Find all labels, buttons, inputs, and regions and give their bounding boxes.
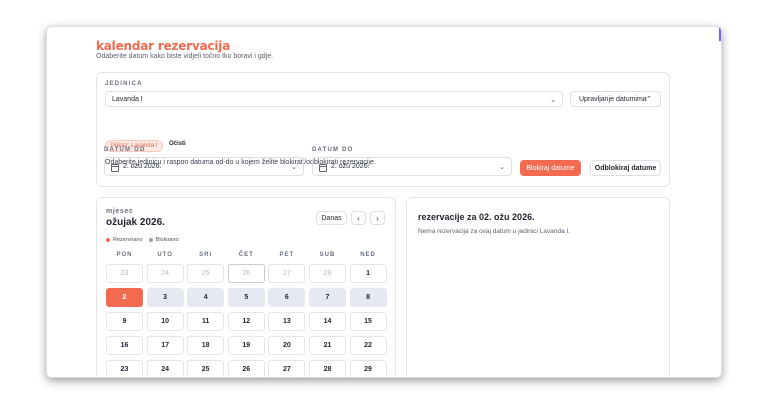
next-month-button[interactable]: › xyxy=(370,211,385,225)
calendar-day[interactable]: 15 xyxy=(349,312,387,331)
chevron-left-icon: ‹ xyxy=(357,213,360,223)
calendar-day[interactable]: 1 xyxy=(349,264,387,283)
page-title: kalendar rezervacija xyxy=(96,39,231,53)
calendar-day[interactable]: 9 xyxy=(106,312,143,331)
calendar-day[interactable]: 13 xyxy=(268,312,306,331)
calendar-day[interactable]: 29 xyxy=(349,360,387,377)
calendar-day[interactable]: 27 xyxy=(268,264,306,283)
reserved-dot xyxy=(106,238,110,242)
legend-reserved-label: Rezervirano xyxy=(113,237,143,243)
reservations-empty-text: Nema rezervacija za ovaj datum u jedinic… xyxy=(418,228,571,235)
blocked-dot xyxy=(148,238,153,242)
weekday-label: SRI xyxy=(199,252,213,258)
unit-select-value: Lavanda I xyxy=(112,95,143,103)
calendar-day[interactable]: 2 xyxy=(106,288,143,307)
reservations-title: rezervacije za 02. ožu 2026. xyxy=(418,212,535,222)
calendar-day[interactable]: 24 xyxy=(146,360,184,377)
page-subtitle: Odaberite datum kako biste vidjeli točno… xyxy=(96,53,274,60)
date-to-field[interactable]: 2. ožu 2026. ⌄ xyxy=(312,157,512,176)
calendar-legend: Rezervirano Blokirano xyxy=(106,237,179,243)
weekday-header: PON UTO SRI ČET PET SUB NED xyxy=(106,252,387,258)
calendar-icon xyxy=(319,164,327,172)
calendar-day[interactable]: 17 xyxy=(146,336,184,355)
legend-blocked-label: Blokirano xyxy=(155,237,179,243)
calendar-day[interactable]: 3 xyxy=(146,288,184,307)
date-from-label-visible: DATUM OD xyxy=(104,147,146,153)
manage-dates-button[interactable]: Upravljanje datumima ⌃ xyxy=(570,91,661,107)
unit-label: JEDINICA xyxy=(105,81,143,87)
calendar-day[interactable]: 24 xyxy=(146,264,184,283)
unit-select[interactable]: Lavanda I ⌄ xyxy=(105,91,563,107)
calendar-day[interactable]: 7 xyxy=(308,288,346,307)
calendar-day[interactable]: 23 xyxy=(106,360,143,377)
date-from-value: 2. ožu 2026. xyxy=(123,163,162,170)
clear-filter-button[interactable]: Očisti xyxy=(169,141,186,147)
calendar-day[interactable]: 26 xyxy=(227,264,265,283)
weekday-label: SUB xyxy=(319,252,336,258)
calendar-day[interactable]: 8 xyxy=(349,288,387,307)
manage-dates-label: Upravljanje datumima xyxy=(579,95,647,103)
calendar-month-title: ožujak 2026. xyxy=(106,217,165,228)
calendar-day-grid: 23 24 25 26 27 28 1 2 3 4 5 6 7 8 9 10 11 12 13 14 15 16 17 18 1… xyxy=(106,264,387,377)
calendar-day[interactable]: 16 xyxy=(106,336,143,355)
unblock-dates-button[interactable]: Odblokiraj datume xyxy=(590,160,661,176)
calendar-day[interactable]: 11 xyxy=(187,312,225,331)
reservations-card: rezervacije za 02. ožu 2026. Nema rezerv… xyxy=(406,197,670,377)
calendar-day[interactable]: 18 xyxy=(187,336,225,355)
app-window: kalendar rezervacija Odaberite datum kak… xyxy=(47,27,721,377)
chevron-down-icon: ⌄ xyxy=(499,164,505,171)
calendar-day[interactable]: 6 xyxy=(268,288,306,307)
calendar-day[interactable]: 12 xyxy=(227,312,265,331)
calendar-card: mjesec ožujak 2026. Danas ‹ › Rezerviran… xyxy=(96,197,396,377)
weekday-label: ČET xyxy=(238,252,254,258)
weekday-label: UTO xyxy=(157,252,173,258)
date-from-field[interactable]: 2. ožu 2026. ⌄ xyxy=(104,157,304,176)
calendar-section-label: mjesec xyxy=(106,208,134,215)
calendar-day[interactable]: 19 xyxy=(227,336,265,355)
calendar-day[interactable]: 26 xyxy=(227,360,265,377)
weekday-label: PON xyxy=(116,252,133,258)
calendar-day[interactable]: 14 xyxy=(308,312,346,331)
calendar-day[interactable]: 20 xyxy=(268,336,306,355)
calendar-day[interactable]: 10 xyxy=(146,312,184,331)
chevron-up-icon: ⌃ xyxy=(646,96,652,103)
date-to-label: DATUM DO xyxy=(312,147,354,153)
calendar-day[interactable]: 25 xyxy=(187,264,225,283)
calendar-day[interactable]: 4 xyxy=(187,288,225,307)
calendar-day[interactable]: 28 xyxy=(308,264,346,283)
calendar-day[interactable]: 23 xyxy=(106,264,143,283)
calendar-day[interactable]: 5 xyxy=(227,288,265,307)
block-dates-button[interactable]: Blokiraj datume xyxy=(520,160,581,176)
calendar-day[interactable]: 22 xyxy=(349,336,387,355)
weekday-label: PET xyxy=(279,252,295,258)
date-to-value: 2. ožu 2026. xyxy=(331,163,370,170)
calendar-day[interactable]: 28 xyxy=(308,360,346,377)
prev-month-button[interactable]: ‹ xyxy=(351,211,366,225)
calendar-day[interactable]: 27 xyxy=(268,360,306,377)
today-button[interactable]: Danas xyxy=(316,211,347,225)
chevron-down-icon: ⌄ xyxy=(550,97,556,104)
weekday-label: NED xyxy=(360,252,376,258)
calendar-day[interactable]: 21 xyxy=(308,336,346,355)
chevron-down-icon: ⌄ xyxy=(291,164,297,171)
chevron-right-icon: › xyxy=(376,213,379,223)
calendar-icon xyxy=(111,164,119,172)
calendar-day[interactable]: 25 xyxy=(187,360,225,377)
